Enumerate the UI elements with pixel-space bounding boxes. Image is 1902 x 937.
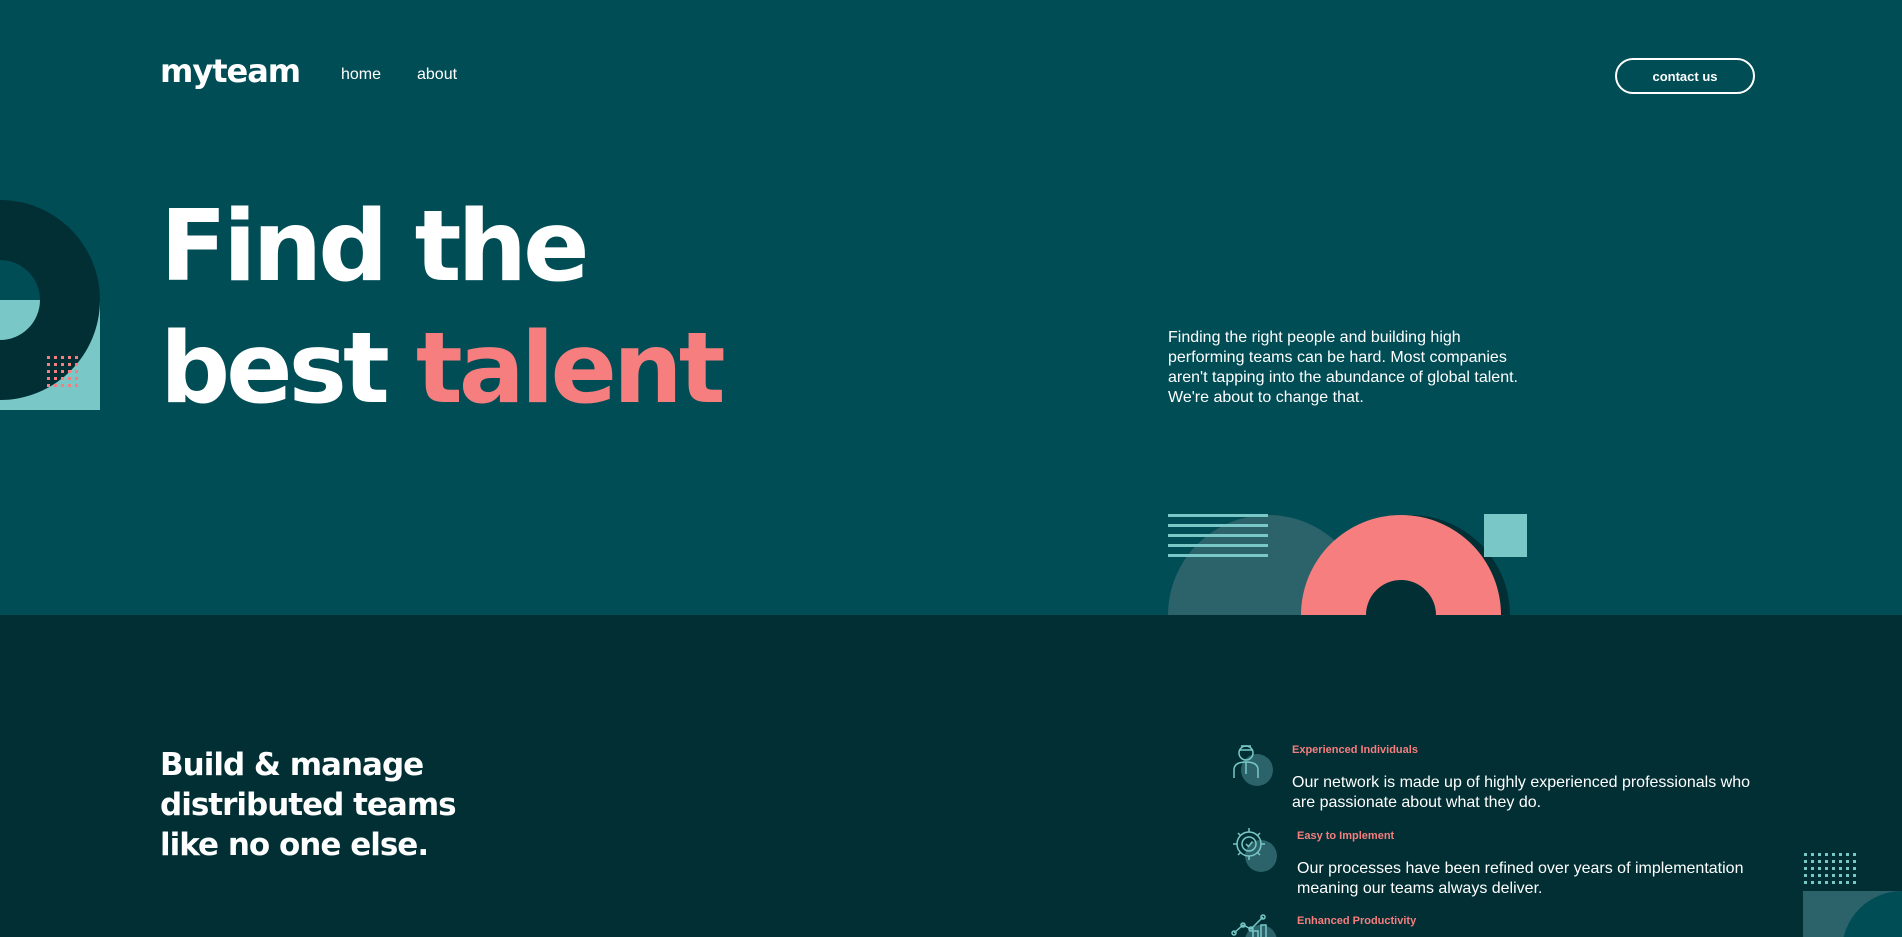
hero-description: Finding the right people and building hi…	[1168, 329, 1518, 406]
feature-1-text: Our network is made up of highly experie…	[1292, 774, 1751, 811]
feature-2-text: Our processes have been refined over yea…	[1297, 860, 1744, 897]
section-corner-decoration	[1803, 853, 1902, 937]
hero-heading-line2: best talent	[160, 320, 726, 418]
nav-home-link[interactable]: home	[341, 66, 381, 84]
cog-check-icon	[1233, 828, 1277, 872]
hero-heading-accent: talent	[415, 312, 726, 426]
contact-us-button[interactable]: contact us	[1615, 58, 1755, 94]
section-title: Build & manage distributed teams like no…	[160, 747, 457, 863]
hero-heading-line1: Find the	[160, 190, 590, 304]
chart-icon	[1231, 914, 1277, 937]
hero-bottom-decoration	[1168, 514, 1527, 615]
hero-heading-word: best	[160, 312, 390, 426]
feature-2-title: Easy to Implement	[1297, 830, 1395, 842]
feature-3-title: Enhanced Productivity	[1297, 915, 1417, 927]
nav-about-link[interactable]: about	[417, 66, 457, 84]
left-decoration	[0, 200, 100, 410]
person-icon	[1233, 745, 1273, 786]
logo[interactable]: myteam	[160, 52, 301, 90]
features-section: Build & manage distributed teams like no…	[0, 615, 1902, 937]
hero-section: myteam home about contact us Find the be…	[0, 0, 1902, 615]
feature-1-title: Experienced Individuals	[1292, 744, 1418, 756]
